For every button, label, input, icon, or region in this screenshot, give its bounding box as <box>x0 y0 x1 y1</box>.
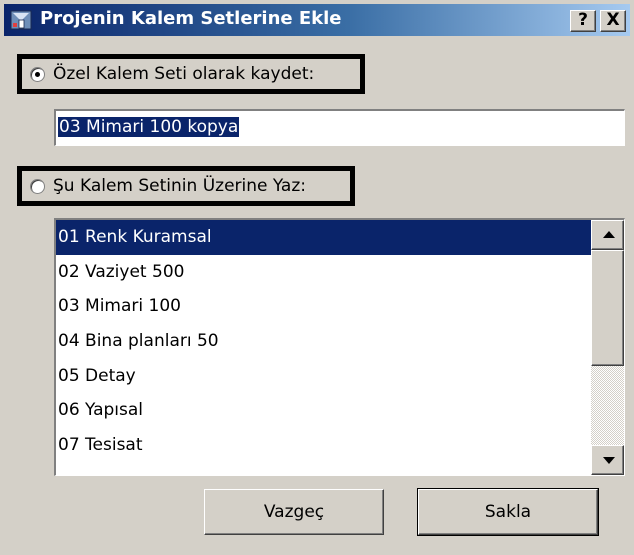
list-item[interactable]: 05 Detay <box>56 359 592 394</box>
overwrite-radio[interactable] <box>30 178 45 194</box>
help-button[interactable]: ? <box>570 10 596 32</box>
pen-set-name-input[interactable]: 03 Mimari 100 kopya <box>54 109 625 146</box>
list-item[interactable]: 02 Vaziyet 500 <box>56 255 592 290</box>
save-as-custom-radio[interactable] <box>30 66 45 82</box>
close-button[interactable]: X <box>600 10 626 32</box>
scrollbar-thumb[interactable] <box>591 250 624 366</box>
scrollbar-track[interactable] <box>591 366 624 445</box>
save-button[interactable]: Sakla <box>417 488 599 536</box>
vertical-scrollbar[interactable] <box>591 220 624 475</box>
pen-set-name-value: 03 Mimari 100 kopya <box>58 117 240 137</box>
scroll-down-button[interactable] <box>591 445 624 475</box>
list-item[interactable]: 06 Yapısal <box>56 393 592 428</box>
add-pen-set-dialog: Projenin Kalem Setlerine Ekle ? X Özel K… <box>0 0 634 555</box>
overwrite-label: Şu Kalem Setinin Üzerine Yaz: <box>53 176 306 196</box>
save-as-custom-option[interactable]: Özel Kalem Seti olarak kaydet: <box>17 54 365 94</box>
window-title: Projenin Kalem Setlerine Ekle <box>40 8 342 29</box>
save-as-custom-label: Özel Kalem Seti olarak kaydet: <box>53 64 315 84</box>
list-item[interactable]: 07 Tesisat <box>56 428 592 463</box>
arrow-down-icon <box>603 457 615 464</box>
pen-set-list[interactable]: 01 Renk Kuramsal 02 Vaziyet 500 03 Mimar… <box>54 218 625 476</box>
pen-set-icon <box>10 10 32 30</box>
arrow-up-icon <box>603 231 615 238</box>
overwrite-option[interactable]: Şu Kalem Setinin Üzerine Yaz: <box>17 166 355 206</box>
pen-set-list-rows: 01 Renk Kuramsal 02 Vaziyet 500 03 Mimar… <box>56 220 592 463</box>
cancel-button[interactable]: Vazgeç <box>204 489 384 535</box>
list-item[interactable]: 01 Renk Kuramsal <box>56 220 592 255</box>
list-item[interactable]: 04 Bina planları 50 <box>56 324 592 359</box>
title-bar[interactable]: Projenin Kalem Setlerine Ekle ? X <box>4 4 630 36</box>
scroll-up-button[interactable] <box>591 220 624 250</box>
list-item[interactable]: 03 Mimari 100 <box>56 289 592 324</box>
